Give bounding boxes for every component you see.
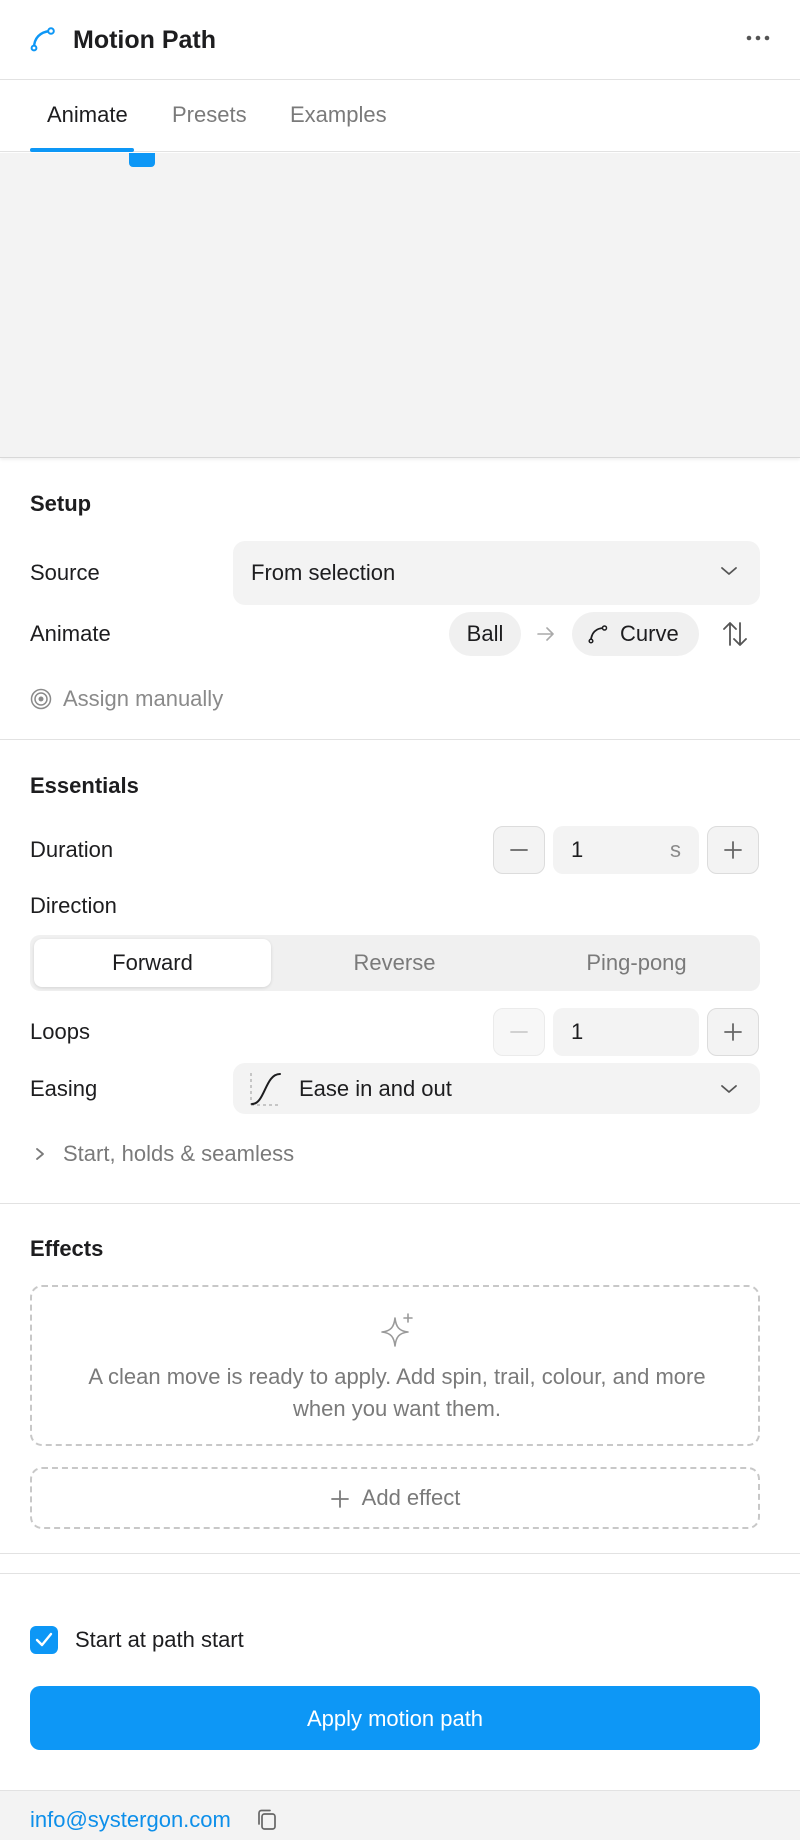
loops-value: 1: [571, 1019, 584, 1044]
loops-input[interactable]: 1: [553, 1008, 699, 1056]
target-icon: [30, 688, 52, 710]
effects-heading: Effects: [30, 1236, 104, 1261]
panel-header: Motion Path: [0, 0, 800, 80]
add-effect-label: Add effect: [361, 1485, 461, 1510]
sparkle-icon: [381, 1313, 413, 1347]
animate-target-pill[interactable]: Curve: [572, 612, 699, 656]
panel-footer: info@systergon.com: [0, 1790, 800, 1840]
divider: [0, 739, 800, 740]
effects-empty-state: A clean move is ready to apply. Add spin…: [30, 1285, 760, 1446]
tab-presets[interactable]: Presets: [172, 100, 247, 130]
tab-examples[interactable]: Examples: [290, 100, 387, 130]
chevron-down-icon: [721, 1085, 737, 1093]
start-at-path-start-label[interactable]: Start at path start: [75, 1625, 244, 1655]
source-label: Source: [30, 560, 100, 585]
copy-icon[interactable]: [256, 1808, 278, 1832]
easing-value: Ease in and out: [299, 1076, 452, 1101]
minus-icon: [510, 849, 528, 851]
chevron-down-icon: [721, 567, 737, 575]
plus-icon: [330, 1490, 349, 1509]
motion-path-icon: [30, 27, 55, 52]
setup-heading: Setup: [30, 491, 92, 516]
tab-animate[interactable]: Animate: [47, 100, 128, 130]
direction-segmented-control: Forward Reverse Ping-pong: [30, 935, 760, 991]
duration-label: Duration: [30, 837, 114, 862]
support-email-link[interactable]: info@systergon.com: [30, 1805, 231, 1835]
divider: [0, 1203, 800, 1204]
direction-option-reverse[interactable]: Reverse: [276, 939, 513, 987]
divider: [0, 1553, 800, 1554]
easing-label: Easing: [30, 1076, 98, 1101]
more-horizontal-icon[interactable]: [743, 28, 773, 48]
effects-empty-message: A clean move is ready to apply. Add spin…: [88, 1364, 706, 1421]
direction-option-forward[interactable]: Forward: [34, 939, 271, 987]
assign-manually-label: Assign manually: [63, 686, 224, 711]
animate-target-label: Curve: [620, 621, 679, 646]
duration-input[interactable]: 1 s: [553, 826, 699, 874]
divider: [0, 1573, 800, 1574]
apply-motion-path-button[interactable]: Apply motion path: [30, 1686, 760, 1750]
loops-increment-button[interactable]: [707, 1008, 759, 1056]
start-at-path-start-checkbox[interactable]: [30, 1626, 58, 1654]
checkmark-icon: [35, 1632, 53, 1647]
panel-title: Motion Path: [73, 26, 217, 54]
duration-decrement-button[interactable]: [493, 826, 545, 874]
swap-vertical-icon[interactable]: [720, 619, 750, 649]
ease-curve-icon: [250, 1073, 281, 1106]
essentials-heading: Essentials: [30, 773, 139, 798]
minus-icon: [510, 1031, 528, 1033]
direction-label: Direction: [30, 893, 117, 918]
curve-icon: [588, 625, 608, 644]
chevron-right-icon: [36, 1148, 44, 1160]
preview-canvas[interactable]: [0, 153, 800, 458]
easing-select[interactable]: Ease in and out: [233, 1063, 760, 1114]
arrow-right-icon: [537, 627, 554, 641]
preview-resize-handle[interactable]: [129, 153, 155, 167]
direction-option-ping-pong[interactable]: Ping-pong: [518, 939, 755, 987]
plus-icon: [724, 841, 742, 859]
animate-source-pill[interactable]: Ball: [449, 612, 521, 656]
loops-decrement-button[interactable]: [493, 1008, 545, 1056]
loops-label: Loops: [30, 1019, 90, 1044]
duration-unit: s: [670, 837, 681, 862]
source-value: From selection: [251, 560, 396, 585]
advanced-options-label: Start, holds & seamless: [63, 1141, 295, 1166]
source-select[interactable]: From selection: [233, 541, 760, 605]
plus-icon: [724, 1023, 742, 1041]
add-effect-button[interactable]: Add effect: [30, 1467, 760, 1529]
animate-label: Animate: [30, 621, 111, 646]
tab-bar: Animate Presets Examples: [0, 80, 800, 152]
duration-value: 1: [571, 837, 584, 862]
active-tab-indicator: [30, 148, 134, 152]
duration-increment-button[interactable]: [707, 826, 759, 874]
